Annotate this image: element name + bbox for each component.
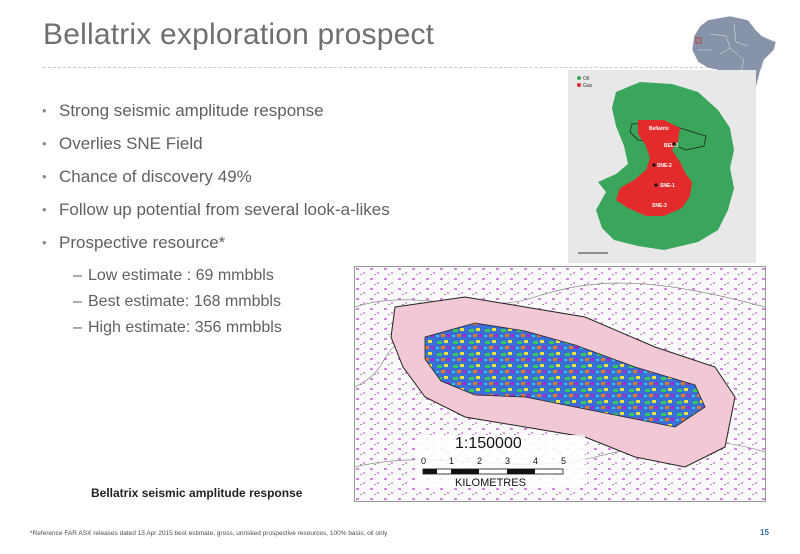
legend-oil-label: Oil xyxy=(583,76,589,82)
scale-tick-label: 1 xyxy=(449,456,454,466)
bullet-item: • Prospective resource* xyxy=(42,232,390,265)
sub-bullet-item: – Low estimate : 69 mmbbls xyxy=(73,266,282,292)
bullet-text: Strong seismic amplitude response xyxy=(59,101,324,120)
sub-bullet-item: – High estimate: 356 mmbbls xyxy=(73,318,282,344)
seismic-caption: Bellatrix seismic amplitude response xyxy=(91,486,303,500)
sub-bullet-text: Low estimate : 69 mmbbls xyxy=(88,267,274,284)
map-label-sne-2: SNE-2 xyxy=(657,163,672,169)
bullet-item: • Strong seismic amplitude response xyxy=(42,100,390,133)
scale-tick-label: 5 xyxy=(561,456,566,466)
scale-units: KILOMETRES xyxy=(455,477,526,489)
bullet-item: • Follow up potential from several look-a… xyxy=(42,199,390,232)
sub-bullet-marker: – xyxy=(73,293,82,310)
bullet-marker: • xyxy=(42,235,47,250)
well-marker-sne-2 xyxy=(652,163,656,167)
well-marker-sne-1 xyxy=(654,183,658,187)
bullet-text: Chance of discovery 49% xyxy=(59,167,252,186)
seismic-amplitude-map: 1:150000 0 1 2 3 4 5 KILOMETRES xyxy=(354,266,766,502)
bullet-list: • Strong seismic amplitude response • Over… xyxy=(42,100,390,265)
oil-legend-swatch xyxy=(577,76,581,80)
map-label-bellatrix: Bellatrix xyxy=(649,126,669,132)
bullet-item: • Overlies SNE Field xyxy=(42,133,390,166)
scale-tick-label: 0 xyxy=(421,456,426,466)
block-map: Oil Gas Bellatrix BEL-1 SNE-2 SNE-1 SNE-… xyxy=(568,70,756,263)
map-label-sne-1: SNE-1 xyxy=(660,183,675,189)
title-divider xyxy=(43,67,763,68)
legend-gas-label: Gas xyxy=(583,83,593,89)
scale-tick-label: 3 xyxy=(505,456,510,466)
sub-bullet-text: Best estimate: 168 mmbbls xyxy=(88,293,281,310)
bullet-marker: • xyxy=(42,169,47,184)
map-label-bel-1: BEL-1 xyxy=(664,143,679,149)
gas-legend-swatch xyxy=(577,83,581,87)
sub-bullet-marker: – xyxy=(73,319,82,336)
footnote: *Reference FAR ASX releases dated 13 Apr… xyxy=(30,530,388,537)
scale-bar xyxy=(422,468,564,475)
sub-bullet-list: – Low estimate : 69 mmbbls – Best estimate… xyxy=(73,266,282,344)
bullet-marker: • xyxy=(42,103,47,118)
map-legend: Oil Gas xyxy=(577,76,593,89)
slide-title: Bellatrix exploration prospect xyxy=(43,18,435,51)
page-number: 15 xyxy=(760,528,769,537)
bullet-text: Follow up potential from several look-a-… xyxy=(59,200,390,219)
bullet-text: Overlies SNE Field xyxy=(59,134,203,153)
bullet-marker: • xyxy=(42,202,47,217)
bullet-marker: • xyxy=(42,136,47,151)
scale-tick-label: 2 xyxy=(477,456,482,466)
sub-bullet-marker: – xyxy=(73,267,82,284)
bullet-item: • Chance of discovery 49% xyxy=(42,166,390,199)
bullet-text: Prospective resource* xyxy=(59,233,226,252)
sub-bullet-text: High estimate: 356 mmbbls xyxy=(88,319,282,336)
scale-tick-label: 4 xyxy=(533,456,538,466)
sub-bullet-item: – Best estimate: 168 mmbbls xyxy=(73,292,282,318)
scale-ratio: 1:150000 xyxy=(455,435,522,452)
map-label-sne-3: SNE-3 xyxy=(652,203,667,209)
slide: Bellatrix exploration prospect • Strong s… xyxy=(0,0,800,554)
